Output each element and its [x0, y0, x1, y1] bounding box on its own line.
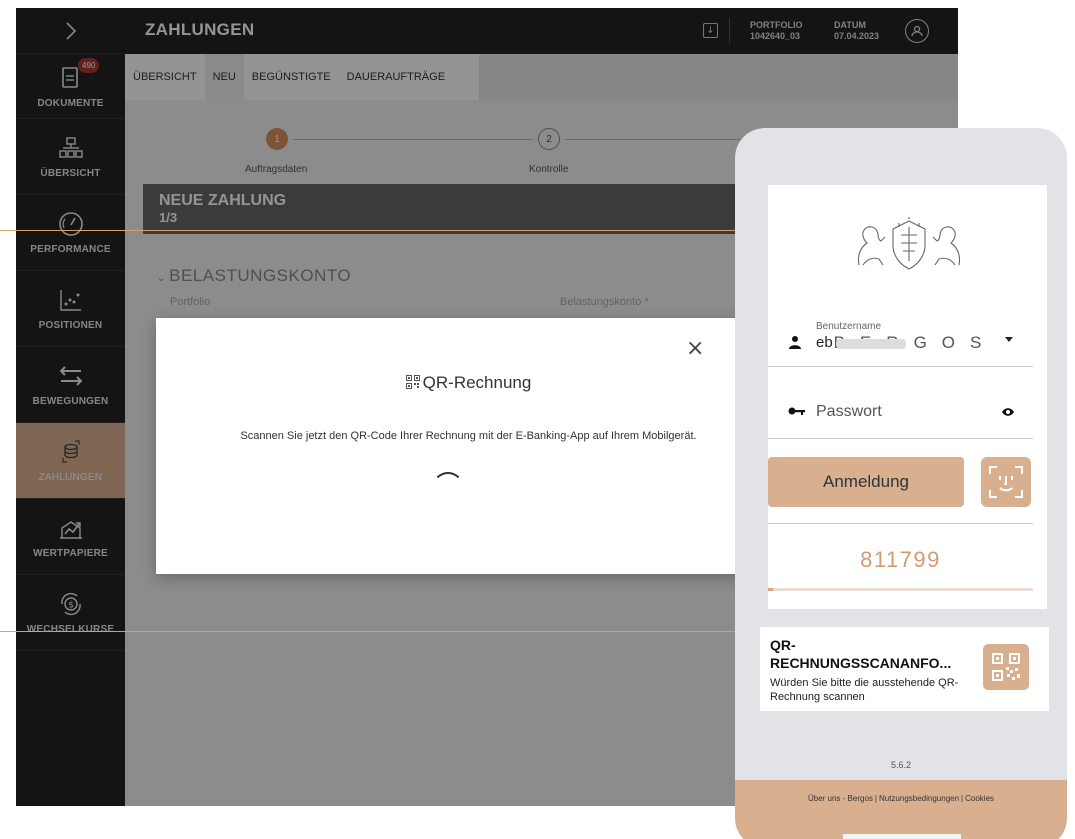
qr-code-icon	[405, 375, 420, 389]
otp-timer-bar	[768, 588, 1033, 591]
eye-icon[interactable]	[1001, 407, 1015, 417]
footer-links: Über uns - Bergos | Nutzungsbedingungen | Co…	[735, 794, 1067, 803]
loading-spinner-icon	[432, 472, 464, 504]
card-divider	[768, 523, 1033, 524]
app-version: 5.6.2	[890, 760, 912, 770]
login-button[interactable]: Anmeldung	[768, 457, 964, 507]
qr-code-icon	[992, 653, 1020, 681]
mobile-phone: BERGOS Benutzername eb Passwort Anmeldun…	[735, 128, 1067, 839]
password-field[interactable]: Passwort	[768, 383, 1033, 439]
link-cookies[interactable]: Cookies	[965, 794, 994, 803]
dialog-instructions: Scannen Sie jetzt den QR-Code Ihrer Rech…	[240, 430, 697, 442]
dialog-title-text: QR-Rechnung	[422, 373, 532, 392]
link-about[interactable]: Über uns - Bergos	[808, 794, 873, 803]
callout-line-notice	[0, 631, 760, 632]
username-label: Benutzername	[816, 321, 882, 332]
qr-scan-button[interactable]	[983, 644, 1029, 690]
dialog-title: QR-Rechnung	[156, 373, 781, 393]
username-masked	[836, 339, 906, 349]
login-card: BERGOS Benutzername eb Passwort Anmeldun…	[768, 185, 1047, 609]
link-terms[interactable]: Nutzungsbedingungen	[879, 794, 959, 803]
otp-code: 811799	[860, 547, 941, 572]
phone-footer: Über uns - Bergos | Nutzungsbedingungen | Co…	[735, 780, 1067, 839]
username-field[interactable]: Benutzername eb	[768, 311, 1033, 367]
face-id-button[interactable]	[981, 457, 1031, 507]
qr-invoice-dialog: × QR-Rechnung Scannen Sie jetzt den QR-C…	[156, 318, 746, 574]
face-id-icon	[989, 466, 1023, 498]
password-placeholder: Passwort	[816, 403, 882, 420]
notice-title: QR-RECHNUNGSSCANANFO...	[770, 637, 952, 671]
key-icon	[788, 407, 805, 415]
username-value: eb	[816, 334, 833, 351]
otp-timer-fill	[768, 588, 774, 591]
callout-line-login	[0, 230, 820, 231]
qr-scan-request-card[interactable]: QR-RECHNUNGSSCANANFO... Würden Sie bitte…	[760, 627, 1049, 711]
bergos-logo	[857, 217, 961, 270]
home-indicator	[843, 834, 961, 839]
close-icon[interactable]: ×	[686, 338, 704, 360]
notice-text: Würden Sie bitte die ausstehende QR-Rech…	[770, 677, 959, 703]
user-icon	[789, 336, 801, 349]
screenshot-stage: 490 DOKUMENTE ÜBERSICHT PERFORMANCE POSI…	[0, 0, 1075, 839]
chevron-down-icon[interactable]	[1005, 337, 1013, 342]
